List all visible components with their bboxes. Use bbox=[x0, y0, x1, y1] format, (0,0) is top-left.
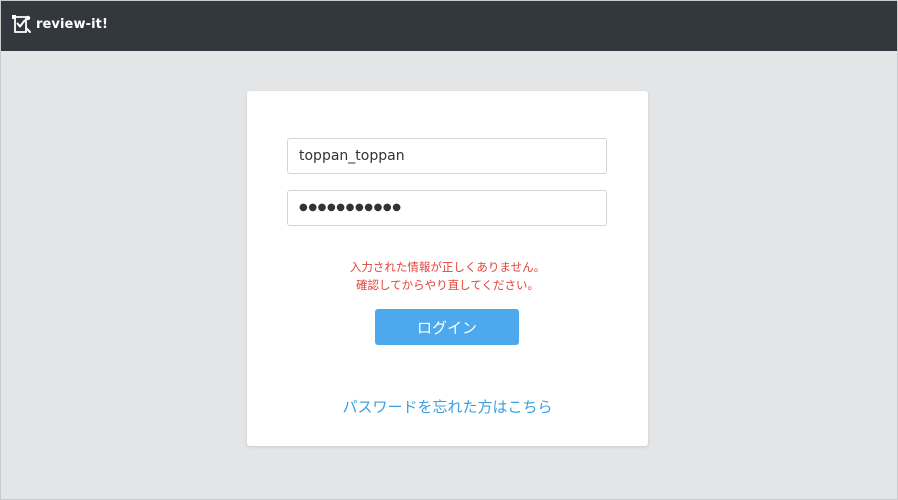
brand[interactable]: review-it! bbox=[11, 14, 108, 35]
error-message-line-2: 確認してからやり直してください。 bbox=[356, 278, 539, 292]
forgot-password-link[interactable]: パスワードを忘れた方はこちら bbox=[247, 396, 648, 417]
password-input[interactable] bbox=[287, 190, 607, 226]
login-card: ●●●●●●●●●●● 入力された情報が正しくありません。 確認してからやり直し… bbox=[247, 91, 648, 446]
top-navigation-bar: review-it! bbox=[0, 0, 898, 51]
brand-name: review-it! bbox=[36, 16, 108, 32]
username-input[interactable] bbox=[287, 138, 607, 174]
review-it-logo-icon bbox=[12, 14, 31, 33]
login-button[interactable]: ログイン bbox=[375, 309, 519, 345]
error-message-line-1: 入力された情報が正しくありません。 bbox=[349, 260, 546, 274]
